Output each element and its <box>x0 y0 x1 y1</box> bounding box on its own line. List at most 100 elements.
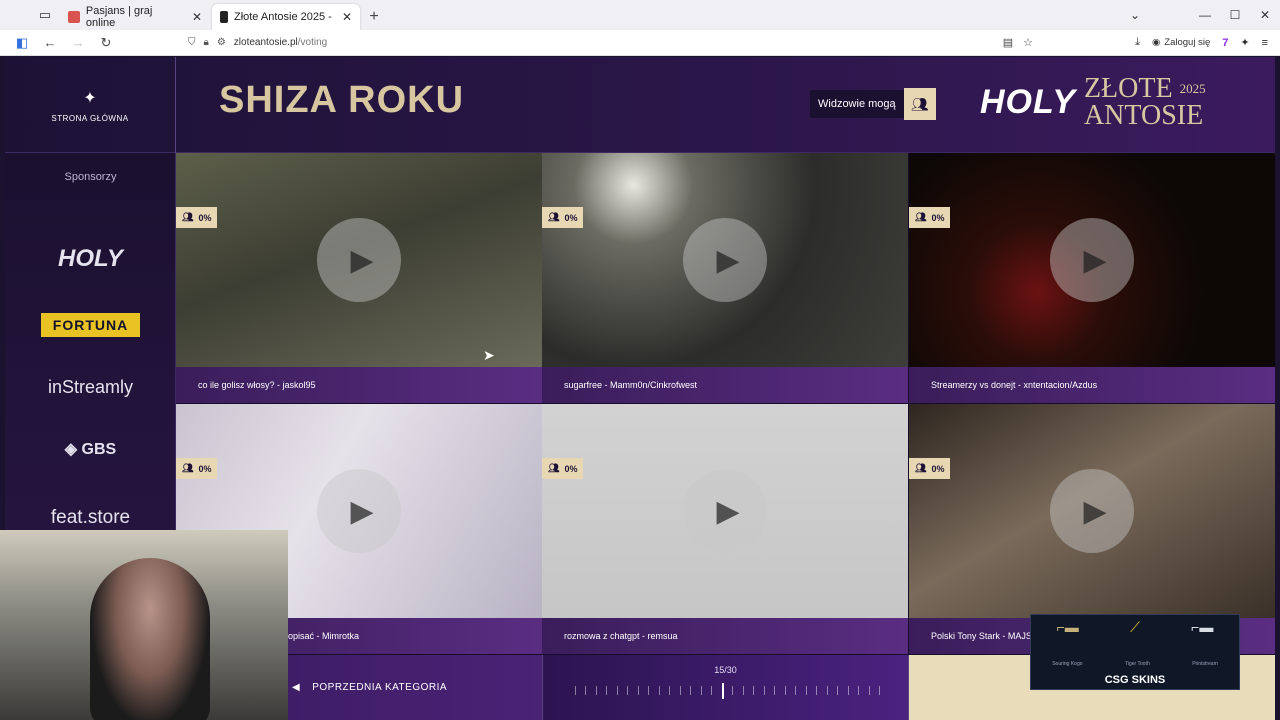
progress-tick[interactable] <box>774 686 775 695</box>
category-progress: 15/30 <box>542 655 909 720</box>
skin-label: Tiger Tooth <box>1124 661 1150 667</box>
url-bar[interactable]: ⛉ 🔒︎ ⚙ zloteantosie.pl/voting ▤ ☆ <box>188 32 1033 54</box>
progress-tick[interactable] <box>627 686 628 695</box>
users-icon: 👥︎ <box>915 463 927 473</box>
vote-percent: 0% <box>931 463 945 474</box>
close-icon[interactable]: ✕ <box>1250 0 1280 30</box>
progress-tick[interactable] <box>711 686 712 695</box>
login-label: Zaloguj się <box>1164 37 1211 48</box>
play-icon[interactable]: ▶ <box>317 469 401 553</box>
clips-grid: 👥︎ 0% ▶ co ile golisz włosy? - jaskol95 👥… <box>176 153 1275 655</box>
vote-percent: 0% <box>931 212 945 223</box>
progress-tick[interactable] <box>753 686 754 695</box>
progress-tick[interactable] <box>596 686 597 695</box>
play-icon[interactable]: ▶ <box>683 469 767 553</box>
progress-tick[interactable] <box>638 686 639 695</box>
url-domain: zloteantosie.pl <box>233 37 298 48</box>
extensions-icon[interactable]: ✦ <box>1240 36 1249 49</box>
progress-tick[interactable] <box>879 686 880 695</box>
tab-favicon-icon <box>220 11 228 23</box>
sponsor-holy[interactable]: HOLY <box>5 245 176 273</box>
reload-icon[interactable]: ↻ <box>94 31 118 55</box>
progress-tick[interactable] <box>869 686 870 695</box>
play-icon[interactable]: ▶ <box>1050 218 1134 302</box>
progress-tick[interactable] <box>606 686 607 695</box>
progress-tick[interactable] <box>795 686 796 695</box>
progress-tick-current[interactable] <box>722 683 724 699</box>
clip-card[interactable]: 👥︎ 0% ▶ co ile golisz włosy? - jaskol95 <box>176 153 542 403</box>
clip-caption: co ile golisz włosy? - jaskol95 <box>176 367 542 403</box>
progress-tick[interactable] <box>732 686 733 695</box>
progress-tick[interactable] <box>785 686 786 695</box>
viewers-info[interactable]: Widzowie mogą 👥︎ <box>810 88 936 120</box>
progress-tick[interactable] <box>806 686 807 695</box>
home-button[interactable]: ✦ STRONA GŁÓWNA <box>5 57 176 153</box>
progress-tick[interactable] <box>858 686 859 695</box>
progress-tick[interactable] <box>827 686 828 695</box>
progress-tick[interactable] <box>837 686 838 695</box>
reader-view-icon[interactable]: ▤ <box>1003 36 1013 49</box>
clip-card[interactable]: 👥︎ 0% ▶ rozmowa z chatgpt - remsua <box>542 404 908 654</box>
tab-zlote-antosie[interactable]: Złote Antosie 2025 - Największ ✕ <box>212 4 360 30</box>
progress-tick[interactable] <box>680 686 681 695</box>
progress-tick[interactable] <box>764 686 765 695</box>
clip-card[interactable]: 👥︎ 0% ▶ sugarfree - Mamm0n/Cinkrofwest <box>542 153 908 403</box>
login-button[interactable]: ◉ Zaloguj się <box>1152 37 1210 48</box>
users-icon: 👥︎ <box>182 463 194 473</box>
vote-percent-badge: 👥︎ 0% <box>542 207 584 228</box>
sponsor-instreamly[interactable]: inStreamly <box>5 377 176 398</box>
play-icon[interactable]: ▶ <box>317 218 401 302</box>
maximize-icon[interactable]: ☐ <box>1220 0 1250 30</box>
account-icon: ◉ <box>1151 37 1161 48</box>
skins-row: ⌐▬ ⟋ ⌐▬ <box>1031 619 1239 636</box>
progress-tick[interactable] <box>690 686 691 695</box>
download-icon[interactable]: ⤓ <box>1135 36 1140 49</box>
star-icon[interactable]: ☆ <box>1023 36 1033 49</box>
sponsor-fortuna[interactable]: FORTUNA <box>5 313 176 337</box>
vote-percent-badge: 👥︎ 0% <box>542 458 584 479</box>
close-tab-icon[interactable]: ✕ <box>334 10 352 24</box>
play-icon[interactable]: ▶ <box>1050 469 1134 553</box>
progress-ticks[interactable] <box>575 683 880 699</box>
clip-card[interactable]: 👥︎ 0% ▶ Streamerzy vs donejt - xntentacio… <box>909 153 1275 403</box>
holy-logo: HOLY <box>980 82 1076 121</box>
knife-icon: ⟋ <box>1130 619 1140 635</box>
tab-overflow-chevron-icon[interactable]: ⌄ <box>1120 0 1150 30</box>
progress-tick[interactable] <box>659 686 660 695</box>
progress-tick[interactable] <box>816 686 817 695</box>
forward-icon[interactable]: → <box>66 31 90 55</box>
progress-tick[interactable] <box>669 686 670 695</box>
progress-count: 15/30 <box>714 665 737 675</box>
lock-icon[interactable]: 🔒︎ <box>204 37 209 48</box>
vote-percent-badge: 👥︎ 0% <box>909 207 951 228</box>
tab-pasjans[interactable]: Pasjans | graj online ✕ <box>60 4 210 30</box>
progress-tick[interactable] <box>701 686 702 695</box>
users-icon[interactable]: 👥︎ <box>903 88 936 120</box>
progress-tick[interactable] <box>743 686 744 695</box>
zlote-antosie-logo: ZŁOTE 2025 ANTOSIE <box>1084 75 1206 130</box>
window-controls: ⌄ — ☐ ✕ <box>1120 0 1280 30</box>
shield-icon[interactable]: ⛉ <box>188 37 196 48</box>
tab-list-icon[interactable]: ▭ <box>30 0 60 30</box>
sponsor-gbs[interactable]: ◈ GBS <box>5 439 176 459</box>
new-tab-icon[interactable]: + <box>362 4 386 30</box>
back-icon[interactable]: ← <box>38 31 62 55</box>
sponsor-featstore[interactable]: feat.store <box>5 507 176 529</box>
progress-tick[interactable] <box>848 686 849 695</box>
minimize-icon[interactable]: — <box>1190 0 1220 30</box>
play-icon[interactable]: ▶ <box>683 218 767 302</box>
close-tab-icon[interactable]: ✕ <box>184 10 202 24</box>
sidebar-icon[interactable]: ◧ <box>10 31 34 55</box>
progress-tick[interactable] <box>585 686 586 695</box>
tab-favicon-icon <box>68 11 80 23</box>
progress-tick[interactable] <box>648 686 649 695</box>
extension-icon[interactable]: 7 <box>1222 37 1228 49</box>
progress-tick[interactable] <box>617 686 618 695</box>
clip-caption: rozmowa z chatgpt - remsua <box>542 618 908 654</box>
browser-tab-bar: ▭ Pasjans | graj online ✕ Złote Antosie … <box>0 0 1280 30</box>
url-path: /voting <box>297 37 328 48</box>
permissions-icon[interactable]: ⚙ <box>217 37 226 48</box>
progress-tick[interactable] <box>575 686 576 695</box>
csg-skins-overlay: ⌐▬ ⟋ ⌐▬ Souring Kogo Tiger Tooth Printst… <box>1030 614 1240 690</box>
menu-icon[interactable]: ≡ <box>1262 37 1268 49</box>
